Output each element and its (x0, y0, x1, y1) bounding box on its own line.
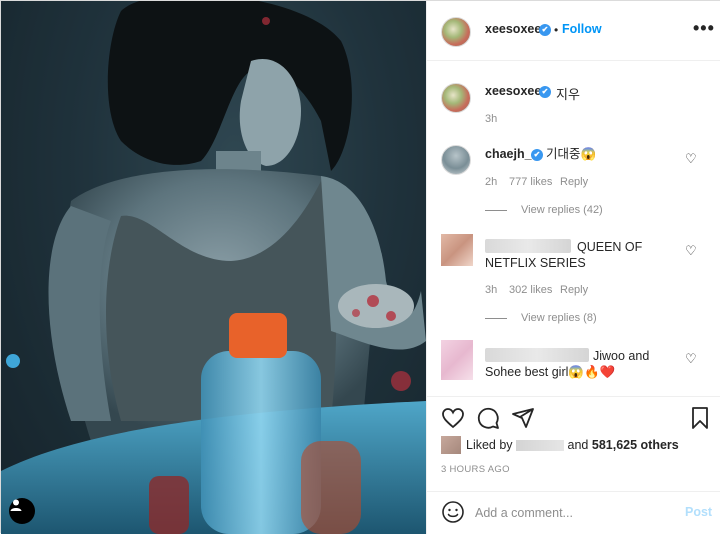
verified-icon: ✔ (531, 149, 543, 161)
comment-text-line2: Sohee best girl😱🔥❤️ (485, 365, 616, 379)
author-username[interactable]: xeesoxee (485, 22, 541, 36)
comment-username[interactable]: chaejh_ (485, 147, 532, 161)
comment-text-line2: NETFLIX SERIES (485, 256, 586, 270)
photo-illustration (1, 1, 426, 534)
comment-reply-button[interactable]: Reply (560, 284, 588, 296)
post-timestamp[interactable]: 3 HOURS AGO (441, 464, 510, 475)
comment-time[interactable]: 3h (485, 284, 497, 296)
liked-by-others[interactable]: 581,625 others (592, 438, 679, 452)
liked-by-and: and (567, 438, 589, 452)
post-header: xeesoxee ✔ • Follow ••• (427, 1, 720, 61)
more-options-icon[interactable]: ••• (693, 18, 715, 39)
liked-by-text: Liked by and 581,625 others (466, 438, 679, 452)
comment-like-heart-icon[interactable]: ♡ (685, 243, 697, 259)
post-photo[interactable] (1, 1, 426, 534)
bookmark-icon[interactable] (688, 406, 712, 430)
view-replies-line (485, 209, 507, 211)
verified-icon: ✔ (539, 86, 551, 98)
heart-icon[interactable] (441, 406, 465, 430)
author-avatar[interactable] (441, 17, 471, 47)
follow-button[interactable]: Follow (562, 22, 602, 36)
liked-by-prefix: Liked by (466, 438, 513, 452)
caption-text: 지우 (556, 87, 580, 102)
blurred-username[interactable] (485, 348, 589, 362)
view-replies-button[interactable]: View replies (42) (485, 204, 603, 216)
add-comment-bar: Post (427, 491, 720, 534)
post-comment-button[interactable]: Post (685, 505, 712, 519)
view-replies-label: View replies (42) (521, 204, 603, 216)
caption-avatar[interactable] (441, 83, 471, 113)
comment-icon[interactable] (476, 406, 500, 430)
comment-input[interactable] (475, 502, 675, 524)
comment-likes[interactable]: 302 likes (509, 284, 552, 296)
instagram-post-window: xeesoxee ✔ • Follow ••• xeesoxee ✔ 지우 3h… (0, 0, 720, 534)
comment-text: 기대중😱 (546, 147, 597, 161)
liked-by-avatar[interactable] (441, 436, 461, 454)
comment-likes[interactable]: 777 likes (509, 176, 552, 188)
commenter-avatar[interactable] (441, 145, 471, 175)
verified-icon: ✔ (539, 24, 551, 36)
caption-time[interactable]: 3h (485, 113, 497, 125)
comment-text-line1: Jiwoo and (593, 349, 650, 363)
commenter-avatar-blurred[interactable] (441, 340, 473, 380)
commenter-avatar-blurred[interactable] (441, 234, 473, 266)
post-actions: Liked by and 581,625 others 3 HOURS AGO (427, 396, 720, 491)
post-side-panel: xeesoxee ✔ • Follow ••• xeesoxee ✔ 지우 3h… (426, 1, 720, 534)
view-replies-line (485, 317, 507, 319)
caption-username[interactable]: xeesoxee (485, 84, 541, 98)
comment-reply-button[interactable]: Reply (560, 176, 588, 188)
user-tag-icon[interactable] (9, 498, 35, 524)
comment-like-heart-icon[interactable]: ♡ (685, 351, 697, 367)
comment-text-line1: QUEEN OF (577, 240, 643, 254)
liked-by-blurred-user[interactable] (516, 440, 565, 452)
comment-like-heart-icon[interactable]: ♡ (685, 151, 697, 167)
blurred-username[interactable] (485, 239, 571, 253)
comment-time[interactable]: 2h (485, 176, 497, 188)
emoji-icon[interactable] (441, 500, 465, 524)
view-replies-button[interactable]: View replies (8) (485, 312, 597, 324)
view-replies-label: View replies (8) (521, 312, 597, 324)
header-separator: • (554, 23, 559, 37)
share-icon[interactable] (511, 406, 535, 430)
